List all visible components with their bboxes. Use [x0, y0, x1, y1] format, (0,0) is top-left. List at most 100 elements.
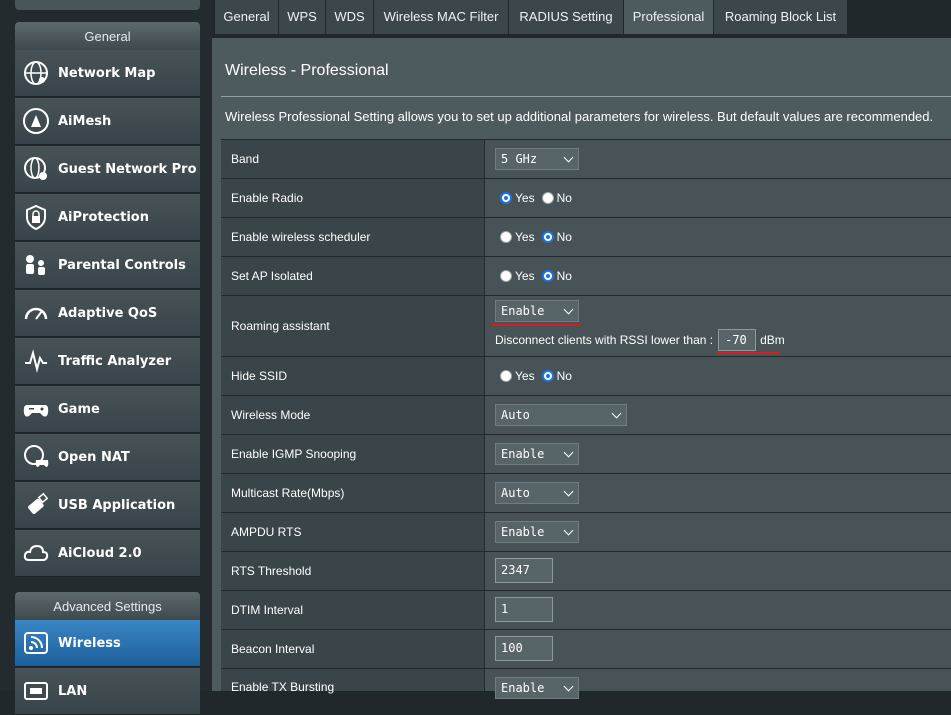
multicast-rate-select[interactable]: Auto: [495, 482, 579, 504]
waveform-icon: [20, 345, 52, 377]
setting-row-roaming-assistant: Roaming assistant Enable Disconnect clie…: [221, 295, 951, 356]
radio-label-yes: Yes: [515, 269, 535, 283]
band-select-value: 5 GHz: [501, 152, 538, 166]
ap-isolated-radios: Yes No: [500, 269, 572, 283]
scheduler-no-radio[interactable]: [541, 231, 554, 243]
setting-row-multicast-rate: Multicast Rate(Mbps) Auto: [221, 473, 951, 512]
radio-label-no: No: [556, 369, 572, 383]
setting-label: Enable TX Bursting: [221, 669, 484, 694]
radio-label-no: No: [556, 269, 572, 283]
roaming-assistant-select[interactable]: Enable: [495, 300, 579, 322]
sidebar-item-open-nat[interactable]: Open NAT: [15, 434, 200, 481]
ap-isolated-yes-radio[interactable]: [500, 270, 512, 282]
scheduler-yes-radio[interactable]: [500, 231, 512, 243]
usb-drive-icon: [20, 489, 52, 521]
setting-value: 1: [484, 591, 951, 629]
setting-label: Beacon Interval: [221, 630, 484, 668]
beacon-interval-input[interactable]: 100: [495, 636, 553, 661]
tab-wps[interactable]: WPS: [279, 0, 326, 34]
sidebar-item-aicloud[interactable]: AiCloud 2.0: [15, 530, 200, 577]
setting-label: Roaming assistant: [221, 296, 484, 356]
sidebar-item-game[interactable]: Game: [15, 386, 200, 433]
enable-radio-yes-radio[interactable]: [500, 192, 512, 204]
enable-radio-radios: Yes No: [500, 191, 572, 205]
sidebar-item-aimesh[interactable]: AiMesh: [15, 98, 200, 145]
setting-row-enable-radio: Enable Radio Yes No: [221, 178, 951, 217]
tab-wds[interactable]: WDS: [326, 0, 374, 34]
enable-radio-no-radio[interactable]: [541, 192, 554, 204]
setting-label: Hide SSID: [221, 357, 484, 395]
igmp-value: Enable: [501, 447, 545, 461]
page-description: Wireless Professional Setting allows you…: [225, 109, 934, 124]
setting-label-text: Enable TX Bursting: [231, 680, 335, 694]
setting-value: Enable: [484, 669, 951, 699]
setting-value: Yes No: [484, 179, 951, 217]
sidebar-item-label: Game: [58, 401, 100, 417]
tab-roaming-block-list[interactable]: Roaming Block List: [714, 0, 848, 34]
setting-row-tx-bursting: Enable TX Bursting Enable: [221, 668, 951, 699]
setting-label: RTS Threshold: [221, 552, 484, 590]
setting-label: AMPDU RTS: [221, 513, 484, 551]
setting-label: Band: [221, 140, 484, 178]
tx-bursting-select[interactable]: Enable: [495, 677, 579, 699]
cloud-icon: [20, 537, 52, 569]
setting-value: 5 GHz: [484, 140, 951, 178]
sidebar-item-adaptive-qos[interactable]: Adaptive QoS: [15, 290, 200, 337]
page-title: Wireless - Professional: [225, 62, 389, 79]
sidebar-item-aiprotection[interactable]: AiProtection: [15, 194, 200, 241]
rts-threshold-input[interactable]: 2347: [495, 558, 553, 583]
sidebar-item-network-map[interactable]: Network Map: [15, 50, 200, 97]
red-underline-annotation: [491, 324, 581, 326]
chevron-down-icon: [563, 681, 574, 692]
setting-value: Yes No: [484, 257, 951, 295]
scheduler-radios: Yes No: [500, 230, 572, 244]
radio-label-no: No: [556, 191, 572, 205]
advanced-section-header: Advanced Settings: [15, 592, 200, 620]
setting-label: Enable IGMP Snooping: [221, 435, 484, 473]
chevron-down-icon: [563, 304, 574, 315]
sidebar-item-label: Wireless: [58, 635, 121, 651]
ap-isolated-no-radio[interactable]: [541, 270, 554, 282]
igmp-snooping-select[interactable]: Enable: [495, 443, 579, 465]
rssi-input[interactable]: -70: [718, 329, 757, 351]
tab-general[interactable]: General: [215, 0, 279, 34]
band-select[interactable]: 5 GHz: [495, 148, 579, 170]
setting-value: Yes No: [484, 357, 951, 395]
sidebar-item-lan[interactable]: LAN: [15, 668, 200, 715]
setting-label: Wireless Mode: [221, 396, 484, 434]
title-divider: [221, 96, 951, 97]
setting-value: Auto: [484, 396, 951, 434]
sidebar-item-guest-network-pro[interactable]: Guest Network Pro: [15, 146, 200, 193]
setting-label: Enable wireless scheduler: [221, 218, 484, 256]
speedometer-icon: [20, 297, 52, 329]
radio-label-no: No: [556, 230, 572, 244]
wireless-mode-select[interactable]: Auto: [495, 404, 627, 426]
sidebar-item-label: AiMesh: [58, 113, 112, 129]
hide-ssid-yes-radio[interactable]: [500, 370, 512, 382]
sidebar-item-label: Adaptive QoS: [58, 305, 158, 321]
tab-radius-setting[interactable]: RADIUS Setting: [509, 0, 624, 34]
hide-ssid-radios: Yes No: [500, 369, 572, 383]
sidebar-top-item[interactable]: [15, 0, 200, 10]
setting-row-ap-isolated: Set AP Isolated Yes No: [221, 256, 951, 295]
sidebar-item-traffic-analyzer[interactable]: Traffic Analyzer: [15, 338, 200, 385]
sidebar-item-wireless[interactable]: Wireless: [15, 620, 200, 667]
sidebar-item-parental-controls[interactable]: Parental Controls: [15, 242, 200, 289]
setting-row-wireless-mode: Wireless Mode Auto: [221, 395, 951, 434]
rssi-unit: dBm: [760, 333, 785, 347]
sidebar-item-label: Open NAT: [58, 449, 130, 465]
dtim-interval-input[interactable]: 1: [495, 597, 553, 622]
ampdu-rts-select[interactable]: Enable: [495, 521, 579, 543]
sidebar-item-usb-application[interactable]: USB Application: [15, 482, 200, 529]
tab-professional[interactable]: Professional: [624, 0, 714, 34]
sidebar-item-label: AiProtection: [58, 209, 149, 225]
tab-wireless-mac-filter[interactable]: Wireless MAC Filter: [374, 0, 509, 34]
hide-ssid-no-radio[interactable]: [541, 370, 554, 382]
setting-row-ampdu-rts: AMPDU RTS Enable: [221, 512, 951, 551]
lock-shield-icon: [20, 201, 52, 233]
setting-value: Enable: [484, 513, 951, 551]
setting-value: 100: [484, 630, 951, 668]
wireless-mode-value: Auto: [501, 408, 530, 422]
setting-value: Auto: [484, 474, 951, 512]
globe-gamepad-icon: [20, 441, 52, 473]
